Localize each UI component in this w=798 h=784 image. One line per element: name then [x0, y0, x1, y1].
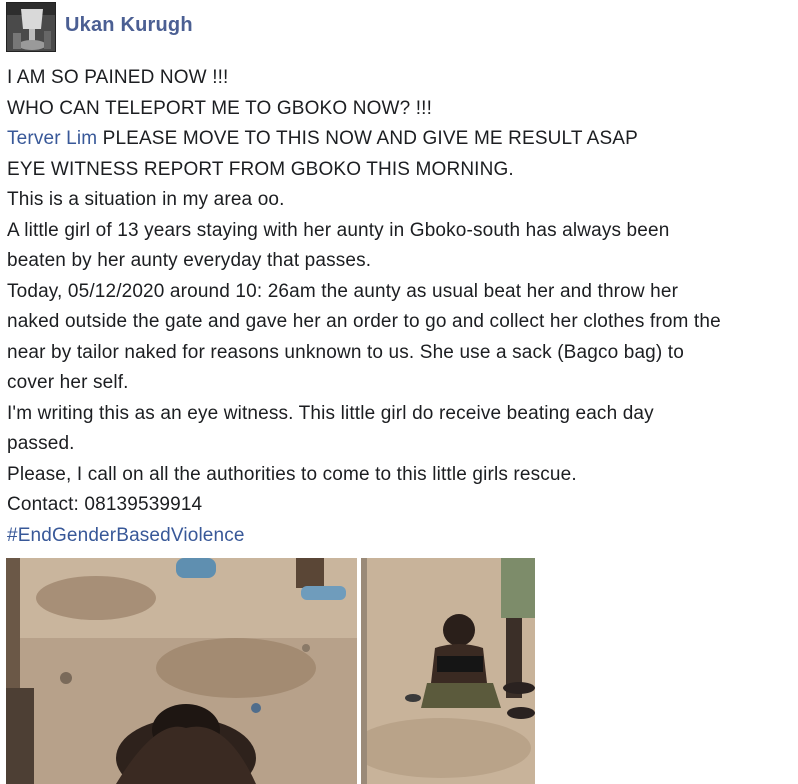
photo-left[interactable] — [6, 558, 357, 784]
mention-link[interactable]: Terver Lim — [7, 128, 97, 149]
photo-grid — [6, 558, 535, 784]
post-line: Contact: 08139539914 — [7, 494, 203, 515]
photo-right-image — [361, 558, 535, 784]
post-line: WHO CAN TELEPORT ME TO GBOKO NOW? !!! — [7, 97, 433, 119]
post-header: Ukan Kurugh — [6, 2, 193, 52]
post-line: cover her self. — [7, 372, 129, 393]
post-line-mention: Terver Lim PLEASE MOVE TO THIS NOW AND G… — [7, 124, 791, 155]
post-line: This is a situation in my area oo. — [7, 189, 285, 210]
post-line: naked outside the gate and gave her an o… — [7, 311, 721, 332]
post-line: I'm writing this as an eye witness. This… — [7, 402, 654, 424]
post-line: Please, I call on all the authorities to… — [7, 463, 577, 485]
photo-left-image — [6, 558, 357, 784]
hashtag-line: #EndGenderBasedViolence — [7, 521, 791, 552]
post-line: near by tailor naked for reasons unknown… — [7, 341, 684, 363]
post-line: A little girl of 13 years staying with h… — [7, 219, 670, 241]
hashtag-link[interactable]: #EndGenderBasedViolence — [7, 525, 245, 546]
post-line: I AM SO PAINED NOW !!! — [7, 67, 229, 88]
author-name[interactable]: Ukan Kurugh — [65, 14, 193, 37]
post-line-text: PLEASE MOVE TO THIS NOW AND GIVE ME RESU… — [97, 128, 638, 149]
post-line: EYE WITNESS REPORT FROM GBOKO THIS MORNI… — [7, 158, 514, 180]
post-text: I AM SO PAINED NOW !!! WHO CAN TELEPORT … — [7, 63, 791, 551]
post-line: beaten by her aunty everyday that passes… — [7, 250, 372, 271]
post-line: Today, 05/12/2020 around 10: 26am the au… — [7, 280, 679, 302]
avatar[interactable] — [6, 2, 56, 52]
avatar-image — [7, 3, 55, 51]
post-line: passed. — [7, 433, 75, 454]
photo-right[interactable] — [361, 558, 535, 784]
